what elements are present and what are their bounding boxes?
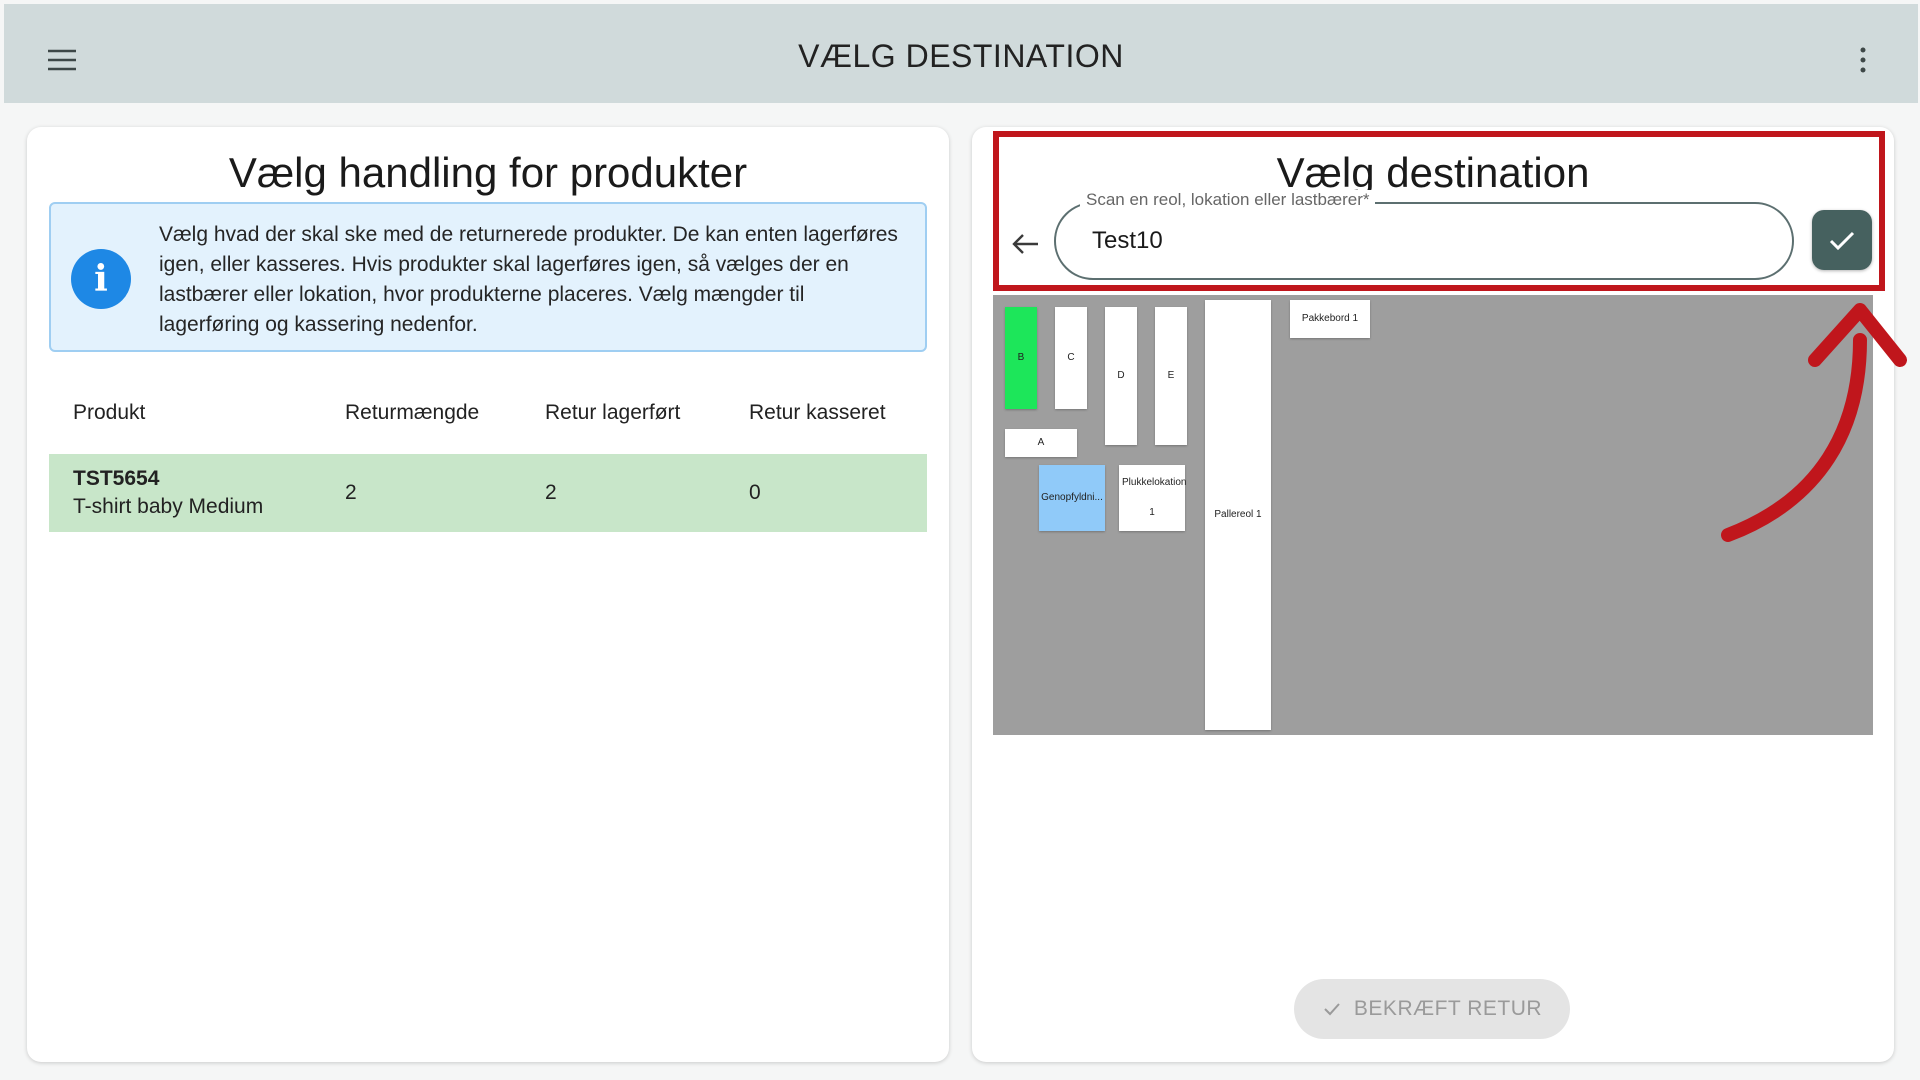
location-e[interactable]: E [1155, 307, 1187, 445]
confirm-return-button[interactable]: BEKRÆFT RETUR [1294, 979, 1570, 1039]
location-pakkebord-1[interactable]: Pakkebord 1 [1290, 300, 1370, 338]
arrow-left-icon[interactable] [1008, 227, 1042, 261]
check-icon [1829, 231, 1855, 251]
table-header-row: Produkt Returmængde Retur lagerført Retu… [49, 372, 927, 454]
location-label: A [1037, 437, 1045, 448]
location-b[interactable]: B [1005, 307, 1037, 409]
location-c[interactable]: C [1055, 307, 1087, 409]
location-label: E [1167, 370, 1175, 381]
product-table: Produkt Returmængde Retur lagerført Retu… [49, 372, 927, 532]
info-box: i Vælg hvad der skal ske med de returner… [49, 202, 927, 352]
stocked-cell: 2 [521, 454, 725, 532]
header-product: Produkt [73, 401, 146, 424]
discarded-cell: 0 [725, 454, 927, 532]
confirm-scan-button[interactable] [1812, 210, 1872, 270]
product-action-heading: Vælg handling for produkter [228, 149, 748, 196]
product-cell: TST5654 T-shirt baby Medium [49, 454, 321, 532]
location-label: B [1017, 352, 1025, 363]
location-label: Pakkebord 1 [1301, 313, 1359, 324]
confirm-return-label: BEKRÆFT RETUR [1353, 997, 1543, 1020]
location-label: Genopfyldni... [1041, 492, 1103, 503]
info-text: Vælg hvad der skal ske med de returnered… [159, 223, 898, 336]
header-discarded: Retur kasseret [749, 401, 886, 424]
location-plukkelokation-1[interactable]: Plukkelokation 1 [1119, 465, 1187, 531]
more-vertical-icon[interactable] [1848, 42, 1878, 78]
location-pallereol-1[interactable]: Pallereol 1 [1205, 300, 1271, 730]
scan-input[interactable] [1090, 222, 1694, 260]
table-row[interactable]: TST5654 T-shirt baby Medium 2 2 0 [49, 454, 927, 532]
location-label: Pallereol 1 [1214, 509, 1262, 520]
check-icon [1324, 1003, 1340, 1016]
product-name: T-shirt baby Medium [73, 495, 264, 518]
scan-field[interactable]: Scan en reol, lokation eller lastbærer* [1054, 190, 1794, 280]
destination-panel: Vælg destination Scan en reol, lokation … [972, 127, 1894, 1062]
header-return-qty: Returmængde [345, 401, 480, 424]
product-code: TST5654 [73, 467, 160, 490]
location-label: D [1117, 370, 1125, 381]
location-a[interactable]: A [1005, 429, 1077, 457]
app-bar: VÆLG DESTINATION [4, 4, 1918, 103]
return-qty-cell: 2 [321, 454, 521, 532]
scan-field-label: Scan en reol, lokation eller lastbærer* [1080, 190, 1376, 210]
info-icon: i [71, 249, 131, 309]
product-action-panel: Vælg handling for produkter i Vælg hvad … [27, 127, 949, 1062]
location-genopfyldning[interactable]: Genopfyldni... [1039, 465, 1105, 531]
header-stocked: Retur lagerført [545, 401, 681, 424]
page-title: VÆLG DESTINATION [798, 38, 1124, 74]
location-label: C [1067, 352, 1075, 363]
annotation-arrow-icon [1721, 303, 1907, 542]
location-d[interactable]: D [1105, 307, 1137, 445]
location-label: Plukkelokation 1 [1122, 477, 1187, 518]
